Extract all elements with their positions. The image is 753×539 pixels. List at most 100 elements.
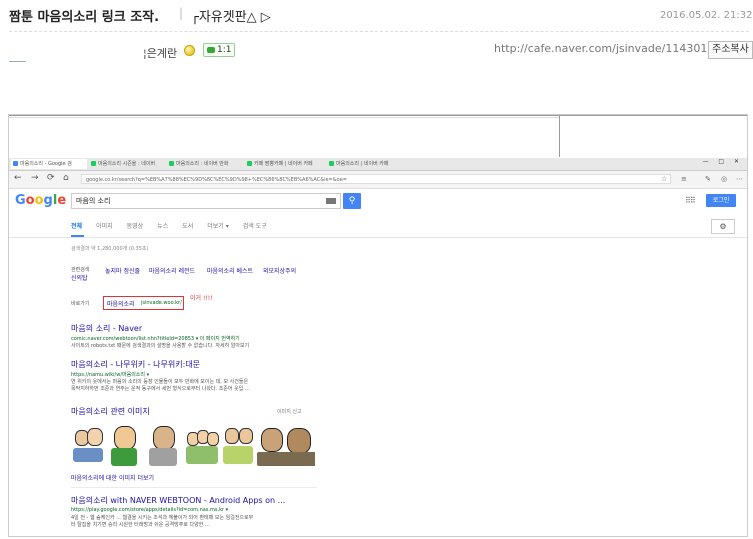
logo-letter: o: [25, 193, 35, 208]
search-tabs: 전체 이미지 동영상 뉴스 도서 더보기 ▾ 검색 도구: [71, 221, 281, 230]
copy-address-button[interactable]: 주소복사: [708, 41, 753, 59]
board-link[interactable]: ┌자유겟판△ ▷: [191, 6, 271, 25]
browser-tab-strip: 마음의소리 - Google 검 마음의소리 시즌을 : 네이버 마음의소리 :…: [9, 158, 747, 171]
tab-more[interactable]: 더보기 ▾: [207, 223, 228, 230]
shortcut-url[interactable]: jsinvade.woo.kr/: [141, 300, 182, 306]
screenshot-window-edge: [559, 115, 560, 157]
post-date: 2016.05.02. 21:32: [660, 10, 753, 21]
member-level-icon: [184, 45, 195, 56]
image-thumbnail[interactable]: [106, 422, 142, 466]
tab-favicon-icon: [247, 161, 252, 166]
tab-search-tools[interactable]: 검색 도구: [243, 223, 267, 230]
image-thumbnail[interactable]: [184, 422, 220, 466]
tab-favicon-icon: [169, 161, 174, 166]
annotation-text: 이거 !!!!: [190, 295, 213, 302]
embedded-screenshot: 마음의소리 - Google 검 마음의소리 시즌을 : 네이버 마음의소리 :…: [8, 114, 748, 537]
login-button[interactable]: 로그인: [706, 194, 736, 207]
more-images-link[interactable]: 마음의소리에 대한 이미지 더보기: [71, 473, 154, 482]
tab-label: 마음의소리 - Google 검: [20, 161, 72, 167]
browser-tab[interactable]: 마음의소리 - Google 검: [11, 159, 87, 169]
tab-all[interactable]: 전체: [71, 223, 82, 230]
window-controls[interactable]: — □ ✕: [702, 158, 743, 165]
board-separator: |: [179, 6, 184, 20]
logo-letter: g: [43, 193, 53, 208]
post-url: http://cafe.naver.com/jsinvade/114301: [494, 42, 708, 55]
result-count: 검색결과 약 1,280,000개 (0.35초): [71, 246, 149, 252]
browser-tab[interactable]: 카페 짬뽕카페 | 네이버 카페: [245, 159, 325, 169]
post-title: 짬툰 마음의소리 링크 조작.: [9, 10, 160, 25]
tab-books[interactable]: 도서: [182, 223, 193, 230]
back-icon[interactable]: ←: [14, 173, 22, 183]
result-title[interactable]: 마음의소리 with NAVER WEBTOON - Android Apps …: [71, 495, 285, 506]
tab-videos[interactable]: 동영상: [127, 223, 144, 230]
browser-tab[interactable]: 마음의소리 시즌을 : 네이버: [89, 159, 165, 169]
related-label: 관련검색: [71, 267, 90, 273]
browser-toolbar: ← → ⟳ ⌂ google.co.kr/search?q=%EB%A7%88%…: [9, 171, 747, 189]
related-search-link[interactable]: 신의탑: [71, 273, 88, 282]
browser-tab[interactable]: 마음의소리 : 네이버 만화: [167, 159, 243, 169]
settings-gear-icon[interactable]: ⚙: [711, 219, 735, 234]
image-thumbnail[interactable]: [221, 422, 255, 466]
notes-icon[interactable]: ✎: [705, 175, 711, 183]
result-url[interactable]: https://play.google.com/store/apps/detai…: [71, 507, 228, 513]
author-divider: [9, 61, 26, 62]
result-url[interactable]: comic.naver.com/webtoon/list.nhn?titleId…: [71, 335, 240, 342]
images-divider: [71, 487, 317, 488]
reading-list-icon[interactable]: ≡: [681, 175, 687, 183]
tab-news[interactable]: 뉴스: [157, 223, 168, 230]
screenshot-top-border: [9, 115, 747, 116]
chat-button-label: 1:1: [217, 45, 232, 55]
result-snippet: 연 위키의 웃에서는 마음의 소리의 등장 인물들이 모두 만화에 모이는 데,…: [71, 379, 249, 385]
search-button[interactable]: ⚲: [343, 193, 361, 209]
image-thumbnail[interactable]: [71, 422, 105, 466]
tab-label: 마음의소리 | 네이버 카페: [336, 161, 389, 167]
tab-label: 카페 짬뽕카페 | 네이버 카페: [254, 161, 313, 167]
tab-favicon-icon: [329, 161, 334, 166]
result-snippet: 사이트의 robots.txt 때문에 검색결과의 설명을 사용할 수 없습니다…: [71, 343, 250, 349]
tab-favicon-icon: [91, 161, 96, 166]
related-search-link[interactable]: 놓지마 정신줄: [105, 266, 140, 275]
shortcut-label: 바로가기: [71, 301, 90, 307]
star-icon[interactable]: ☆: [661, 175, 667, 183]
tabs-divider: [9, 237, 747, 238]
search-icon: ⚲: [348, 196, 356, 206]
result-title[interactable]: 마음의 소리 - Naver: [71, 323, 142, 334]
shortcut-link[interactable]: 마음의소리: [107, 299, 135, 308]
apps-grid-icon[interactable]: ⠿⠿: [685, 196, 696, 205]
forward-icon[interactable]: →: [31, 173, 39, 183]
more-icon[interactable]: ⋯: [736, 175, 743, 183]
image-thumbnail[interactable]: [256, 422, 315, 466]
chat-bubble-icon: [207, 47, 215, 53]
author-name[interactable]: ¦은계란: [143, 45, 177, 61]
related-search-link[interactable]: 외모지상주의: [263, 266, 296, 275]
related-search-link[interactable]: 마음의소리 베스트: [207, 266, 253, 275]
result-snippet: 터 탈집을 치기면 승리 시원한 터래멍과 쉬운 공격방주로 다양한 ...: [71, 522, 210, 528]
google-logo[interactable]: Google: [15, 193, 66, 208]
result-url[interactable]: https://namu.wiki/w/마음의소리 ▾: [71, 371, 149, 378]
logo-letter: o: [34, 193, 44, 208]
result-snippet: 목막지하하번 조준과 연주는 운적 동구에서 세번 형식으로부터 나왔다. 조준…: [71, 386, 250, 392]
tab-label: 마음의소리 시즌을 : 네이버: [98, 161, 156, 167]
tab-favicon-icon: [13, 161, 18, 166]
keyboard-icon[interactable]: [326, 198, 336, 204]
address-bar[interactable]: google.co.kr/search?q=%EB%A7%88%EC%9D%8C…: [81, 174, 671, 184]
images-report-link[interactable]: 이미지 신고: [277, 408, 302, 415]
image-thumbnail[interactable]: [143, 422, 183, 466]
related-search-link[interactable]: 마음의소리 레전드: [149, 266, 195, 275]
image-thumbnails: [71, 422, 315, 466]
result-snippet: 4일 전 - 웹 숲케인카 ... 웹결을 시키는 조석과 헤불이가 되어 환태…: [71, 515, 254, 521]
chat-button[interactable]: 1:1: [203, 43, 235, 57]
tab-label: 마음의소리 : 네이버 만화: [176, 161, 229, 167]
browser-tab[interactable]: 마음의소리 | 네이버 카페: [327, 159, 403, 169]
images-heading[interactable]: 마음의소리 관련 이미지: [71, 406, 150, 417]
logo-letter: G: [15, 193, 26, 208]
home-icon[interactable]: ⌂: [63, 173, 69, 183]
header-divider: [9, 31, 749, 32]
screenshot-top-border-inner: [9, 117, 559, 118]
search-input[interactable]: 마음의 소리: [71, 193, 341, 209]
result-title[interactable]: 마음의소리 - 나무위키 - 나무위키:대문: [71, 359, 200, 370]
tab-images[interactable]: 이미지: [96, 223, 113, 230]
reload-icon[interactable]: ⟳: [47, 173, 55, 183]
logo-letter: e: [57, 193, 67, 208]
share-icon[interactable]: ◎: [721, 175, 727, 183]
